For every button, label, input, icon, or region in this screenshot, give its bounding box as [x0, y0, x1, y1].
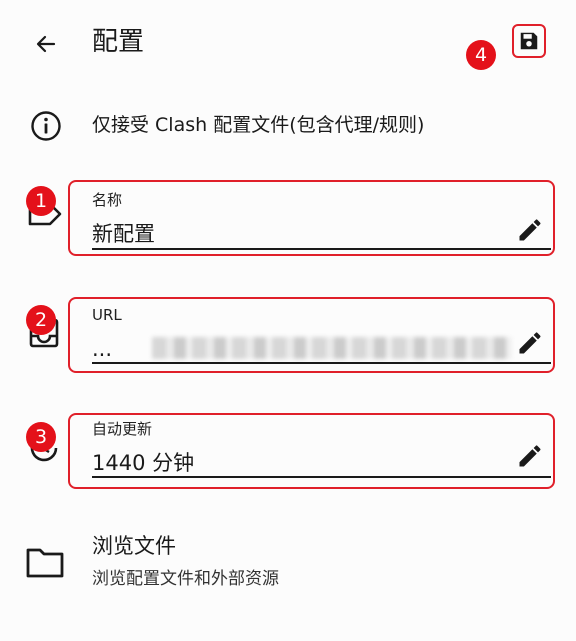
redacted-url: [152, 337, 512, 359]
page-title: 配置: [92, 27, 145, 57]
name-field-label: 名称: [92, 191, 123, 209]
annotation-marker-2: 2: [26, 305, 56, 335]
folder-icon: [24, 544, 66, 582]
floppy-disk-icon: [520, 32, 538, 50]
browse-files-title[interactable]: 浏览文件: [92, 530, 176, 562]
info-icon: [28, 108, 64, 144]
auto-update-field-label: 自动更新: [92, 420, 153, 438]
back-button[interactable]: [28, 26, 64, 62]
annotation-marker-1: 1: [26, 186, 56, 216]
url-field-label: URL: [92, 306, 122, 324]
pencil-icon[interactable]: [516, 216, 544, 244]
pencil-icon[interactable]: [516, 442, 544, 470]
info-text: 仅接受 Clash 配置文件(包含代理/规则): [92, 114, 425, 136]
auto-update-field-value[interactable]: 1440 分钟: [92, 448, 194, 478]
annotation-marker-3: 3: [26, 422, 56, 452]
name-field-underline: [92, 248, 551, 250]
name-field-value[interactable]: 新配置: [92, 219, 155, 249]
url-field-underline: [92, 362, 551, 364]
browse-files-subtitle: 浏览配置文件和外部资源: [92, 569, 279, 589]
pencil-icon[interactable]: [516, 329, 544, 357]
annotation-marker-4: 4: [466, 40, 496, 70]
save-button[interactable]: [512, 24, 546, 58]
url-field-value[interactable]: ...: [92, 334, 112, 364]
auto-update-field-underline: [92, 476, 551, 478]
arrow-left-icon: [36, 35, 56, 53]
